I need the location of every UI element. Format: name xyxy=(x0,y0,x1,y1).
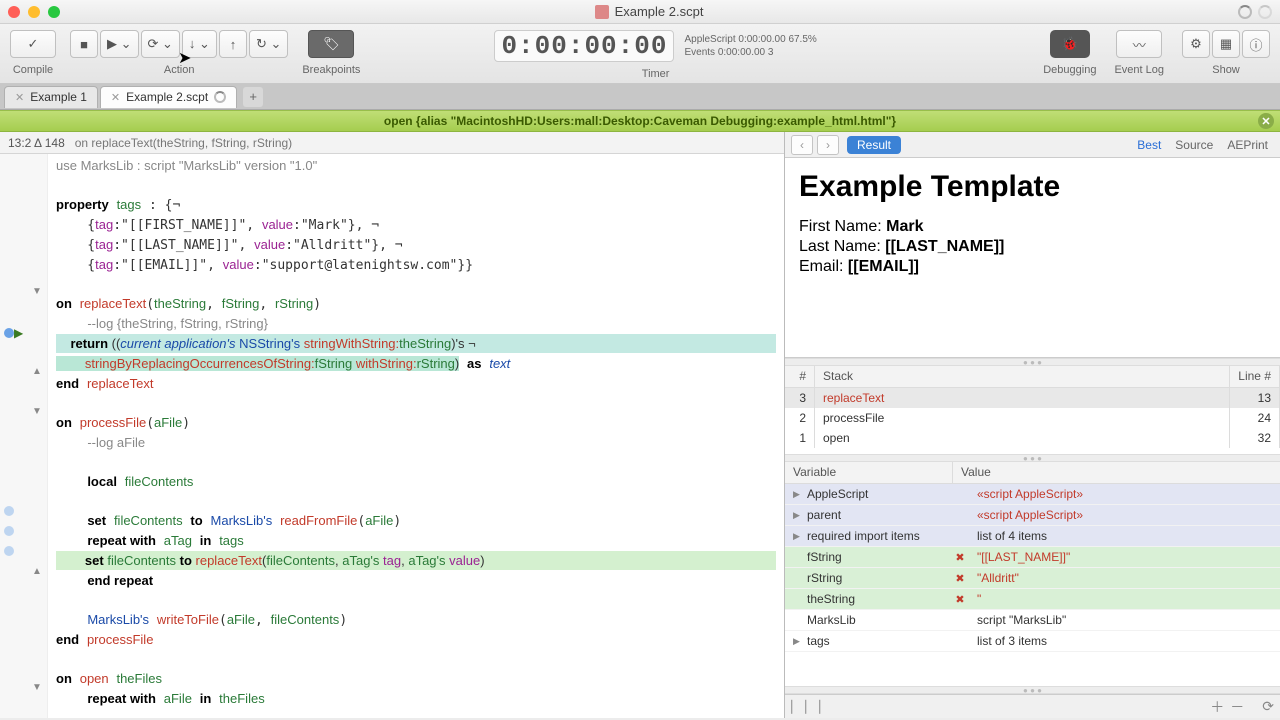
eventlog-label: Event Log xyxy=(1114,64,1164,76)
view-best-button[interactable]: Best xyxy=(1131,136,1167,154)
show-label: Show xyxy=(1212,64,1240,76)
variable-row[interactable]: ▶required import itemslist of 4 items xyxy=(785,526,1280,547)
breakpoints-label: Breakpoints xyxy=(302,64,360,76)
stack-header-num: # xyxy=(785,366,815,387)
view-aeprint-button[interactable]: AEPrint xyxy=(1221,136,1274,154)
breakpoint-marker[interactable] xyxy=(4,328,14,338)
variable-row[interactable]: theString✖" xyxy=(785,589,1280,610)
current-function: on replaceText(theString, fString, rStri… xyxy=(75,136,292,150)
gutter[interactable]: ▼ ▶ ▲ ▼ ▲ ▼ xyxy=(0,154,48,718)
stack-header-name: Stack xyxy=(815,366,1230,387)
stop-button[interactable]: ■ xyxy=(70,30,98,58)
minimize-window-button[interactable] xyxy=(28,6,40,18)
document-icon xyxy=(595,5,609,19)
code-editor[interactable]: use MarksLib : script "MarksLib" version… xyxy=(48,154,784,718)
variable-row[interactable]: rString✖"Alldritt" xyxy=(785,568,1280,589)
view-source-button[interactable]: Source xyxy=(1169,136,1219,154)
show-panels-button[interactable]: ▦ xyxy=(1212,30,1240,58)
filter-icon[interactable]: ⎸⎸⎸ xyxy=(791,698,833,715)
splitter[interactable]: ● ● ● xyxy=(785,454,1280,462)
status-line: 13:2 Δ 148 on replaceText(theString, fSt… xyxy=(0,132,784,154)
execution-pointer-icon: ▶ xyxy=(14,326,23,340)
preview-heading: Example Template xyxy=(799,170,1266,204)
compile-button[interactable]: ✓ xyxy=(10,30,56,58)
cursor-position: 13:2 Δ 148 xyxy=(8,136,65,150)
tab-example1[interactable]: ✕Example 1 xyxy=(4,86,98,108)
tab-spinner-icon xyxy=(214,91,226,103)
timer-label: Timer xyxy=(642,68,670,80)
add-button[interactable]: ＋ xyxy=(1210,697,1224,717)
show-settings-button[interactable]: ⚙ xyxy=(1182,30,1210,58)
action-label: Action xyxy=(164,64,195,76)
result-tab[interactable]: Result xyxy=(847,136,901,154)
variable-row[interactable]: MarksLibscript "MarksLib" xyxy=(785,610,1280,631)
variable-row[interactable]: ▶AppleScript«script AppleScript» xyxy=(785,484,1280,505)
stack-row[interactable]: 3replaceText13 xyxy=(785,388,1280,408)
activity-spinner-icon xyxy=(1238,5,1252,19)
dismiss-banner-button[interactable]: ✕ xyxy=(1258,113,1274,129)
variables-pane: Variable Value ▶AppleScript«script Apple… xyxy=(785,462,1280,686)
variable-row[interactable]: fString✖"[[LAST_NAME]]" xyxy=(785,547,1280,568)
stack-pane: # Stack Line # 3replaceText132processFil… xyxy=(785,366,1280,454)
timer-info: AppleScript 0:00:00.00 67.5% Events 0:00… xyxy=(684,33,816,59)
stack-header-line: Line # xyxy=(1230,366,1280,387)
result-toolbar: ‹ › Result Best Source AEPrint xyxy=(785,132,1280,158)
debugging-label: Debugging xyxy=(1043,64,1096,76)
new-tab-button[interactable]: + xyxy=(243,87,263,107)
titlebar: Example 2.scpt xyxy=(0,0,1280,24)
run-button[interactable]: ▶ ⌄ xyxy=(100,30,139,58)
compile-label: Compile xyxy=(13,64,53,76)
footer-bar: ⎸⎸⎸ ＋ － ⟳ xyxy=(785,694,1280,718)
variable-row[interactable]: ▶tagslist of 3 items xyxy=(785,631,1280,652)
debugging-button[interactable]: 🐞 xyxy=(1050,30,1090,58)
stack-row[interactable]: 2processFile24 xyxy=(785,408,1280,428)
splitter[interactable]: ● ● ● xyxy=(785,358,1280,366)
reload-button[interactable]: ⟳ ⌄ xyxy=(141,30,180,58)
var-header-value: Value xyxy=(953,462,1280,483)
splitter[interactable]: ● ● ● xyxy=(785,686,1280,694)
close-window-button[interactable] xyxy=(8,6,20,18)
zoom-window-button[interactable] xyxy=(48,6,60,18)
close-tab-icon[interactable]: ✕ xyxy=(15,91,24,104)
step-over-button[interactable]: ↻ ⌄ xyxy=(249,30,288,58)
tabbar: ✕Example 1 ✕Example 2.scpt + xyxy=(0,84,1280,110)
activity-spinner-icon xyxy=(1258,5,1272,19)
eventlog-button[interactable]: 〰 xyxy=(1116,30,1162,58)
refresh-button[interactable]: ⟳ xyxy=(1262,698,1274,715)
stack-row[interactable]: 1open32 xyxy=(785,428,1280,448)
remove-button[interactable]: － xyxy=(1230,697,1244,717)
result-preview: Example Template First Name: Mark Last N… xyxy=(785,158,1280,358)
event-banner: open {alias "MacintoshHD:Users:mall:Desk… xyxy=(0,110,1280,132)
window-title: Example 2.scpt xyxy=(615,4,704,19)
variable-row[interactable]: ▶parent«script AppleScript» xyxy=(785,505,1280,526)
show-info-button[interactable]: ⓘ xyxy=(1242,30,1270,58)
toolbar: ✓ Compile ■ ▶ ⌄ ⟳ ⌄ ↓ ⌄ ↑ ↻ ⌄ Action 🏷 B… xyxy=(0,24,1280,84)
step-into-button[interactable]: ↓ ⌄ xyxy=(182,30,217,58)
step-out-button[interactable]: ↑ xyxy=(219,30,247,58)
var-header-name: Variable xyxy=(785,462,953,483)
breakpoints-button[interactable]: 🏷 xyxy=(308,30,354,58)
close-tab-icon[interactable]: ✕ xyxy=(111,91,120,104)
nav-back-button[interactable]: ‹ xyxy=(791,135,813,155)
timer-display: 0:00:00:00 xyxy=(494,30,674,62)
tab-example2[interactable]: ✕Example 2.scpt xyxy=(100,86,237,108)
nav-forward-button[interactable]: › xyxy=(817,135,839,155)
